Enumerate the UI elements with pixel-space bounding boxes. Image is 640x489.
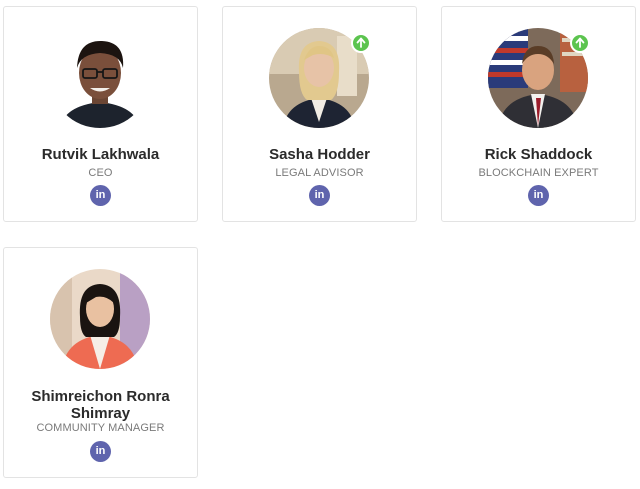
arrow-up-icon [351,33,371,53]
member-name: Sasha Hodder [269,146,370,163]
arrow-up-icon [570,33,590,53]
linkedin-icon[interactable]: in [90,441,111,462]
linkedin-icon[interactable]: in [309,185,330,206]
member-role: BLOCKCHAIN EXPERT [478,167,599,179]
team-grid: Rutvik Lakhwala CEO in Sasha Hodder LEGA… [0,0,640,489]
team-card: Rutvik Lakhwala CEO in [3,6,198,222]
member-name: Shimreichon Ronra Shimray [31,388,170,422]
team-card: Shimreichon Ronra Shimray COMMUNITY MANA… [3,247,198,478]
avatar-wrap [269,28,371,128]
member-name: Rick Shaddock [484,146,593,163]
avatar-wrap [50,269,150,369]
member-role: CEO [88,167,113,179]
avatar [50,28,150,128]
team-card: Rick Shaddock BLOCKCHAIN EXPERT in [441,6,636,222]
member-role: COMMUNITY MANAGER [36,422,165,434]
avatar-wrap [50,28,150,128]
avatar-wrap [488,28,590,128]
member-name: Rutvik Lakhwala [41,146,160,163]
avatar [50,269,150,369]
linkedin-icon[interactable]: in [528,185,549,206]
team-card: Sasha Hodder LEGAL ADVISOR in [222,6,417,222]
member-role: LEGAL ADVISOR [275,167,364,179]
linkedin-icon[interactable]: in [90,185,111,206]
